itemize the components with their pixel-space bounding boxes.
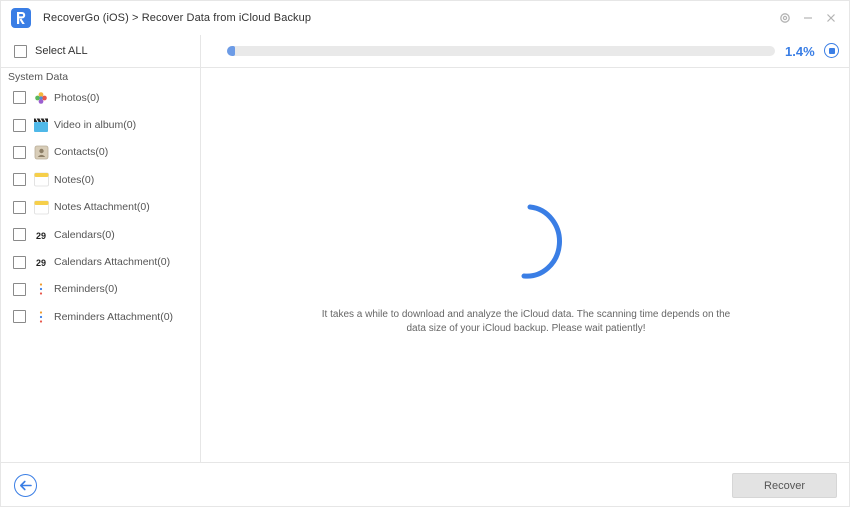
stop-scan-button[interactable] [824, 43, 839, 58]
contacts-icon [33, 144, 49, 160]
select-all-checkbox[interactable] [14, 44, 27, 58]
minimize-icon[interactable] [801, 11, 815, 25]
scan-progress-bar [227, 46, 775, 56]
category-checkbox[interactable] [13, 255, 26, 269]
category-label: Notes Attachment(0) [54, 201, 150, 214]
category-label: Photos(0) [54, 91, 100, 104]
back-button[interactable] [14, 474, 37, 497]
app-logo-icon [11, 8, 31, 28]
scan-main-panel: It takes a while to download and analyze… [201, 68, 850, 462]
scan-wait-message: It takes a while to download and analyze… [311, 308, 741, 336]
recover-button[interactable]: Recover [732, 473, 837, 498]
category-item-notes[interactable]: Notes(0) [1, 166, 200, 193]
scan-message-line-1: It takes a while to download and analyze… [321, 309, 731, 320]
scan-progress-fill [227, 46, 235, 56]
category-item-calendars-attachment[interactable]: 29 Calendars Attachment(0) [1, 248, 200, 275]
category-checkbox[interactable] [13, 173, 26, 187]
calendar-attachment-icon-number: 29 [36, 258, 46, 268]
app-name: RecoverGo (iOS) [43, 12, 129, 24]
back-arrow-icon [20, 480, 32, 491]
page-title: Recover Data from iCloud Backup [141, 12, 312, 24]
close-icon[interactable] [824, 11, 838, 25]
select-all-row[interactable]: Select ALL [1, 35, 200, 68]
title-bar: RecoverGo (iOS) > Recover Data from iClo… [1, 1, 850, 35]
category-sidebar: Select ALL System Data Photos(0) Video i… [1, 35, 201, 462]
category-list: Photos(0) Video in album(0) Contacts(0) … [1, 84, 200, 331]
select-all-label: Select ALL [35, 45, 88, 57]
app-window: RecoverGo (iOS) > Recover Data from iClo… [0, 0, 850, 507]
category-label: Contacts(0) [54, 146, 109, 159]
calendar-attachment-icon: 29 [33, 254, 49, 270]
stop-icon [828, 47, 835, 54]
category-checkbox[interactable] [13, 310, 26, 324]
reminders-attachment-icon [33, 309, 49, 325]
category-label: Reminders Attachment(0) [54, 310, 174, 323]
category-item-notes-attachment[interactable]: Notes Attachment(0) [1, 194, 200, 221]
video-clapper-icon [33, 117, 49, 133]
photos-icon [33, 90, 49, 106]
reminders-icon [33, 281, 49, 297]
footer-bar: Recover [1, 462, 850, 507]
category-item-contacts[interactable]: Contacts(0) [1, 139, 200, 166]
category-checkbox[interactable] [13, 118, 26, 132]
scan-message-line-2: data size of your iCloud backup. Please … [406, 323, 646, 334]
category-checkbox[interactable] [13, 91, 26, 105]
notes-icon [33, 172, 49, 188]
category-label: Reminders(0) [54, 283, 118, 296]
category-item-video-in-album[interactable]: Video in album(0) [1, 111, 200, 138]
category-item-reminders-attachment[interactable]: Reminders Attachment(0) [1, 303, 200, 330]
category-checkbox[interactable] [13, 145, 26, 159]
category-label: Calendars(0) [54, 228, 115, 241]
category-label: Notes(0) [54, 173, 95, 186]
calendar-icon-number: 29 [36, 231, 46, 241]
scan-progress-row: 1.4% [201, 35, 850, 68]
loading-spinner-icon [509, 204, 569, 284]
window-title: RecoverGo (iOS) > Recover Data from iClo… [43, 12, 311, 24]
category-label: Video in album(0) [54, 119, 137, 132]
category-checkbox[interactable] [13, 200, 26, 214]
category-item-calendars[interactable]: 29 Calendars(0) [1, 221, 200, 248]
scan-progress-percent: 1.4% [785, 44, 815, 59]
settings-gear-icon[interactable] [778, 11, 792, 25]
category-label: Calendars Attachment(0) [54, 256, 171, 269]
category-checkbox[interactable] [13, 228, 26, 242]
category-item-reminders[interactable]: Reminders(0) [1, 276, 200, 303]
notes-attachment-icon [33, 199, 49, 215]
category-item-photos[interactable]: Photos(0) [1, 84, 200, 111]
category-checkbox[interactable] [13, 282, 26, 296]
system-data-heading: System Data [8, 71, 69, 83]
title-separator: > [128, 12, 142, 24]
calendar-icon: 29 [33, 227, 49, 243]
